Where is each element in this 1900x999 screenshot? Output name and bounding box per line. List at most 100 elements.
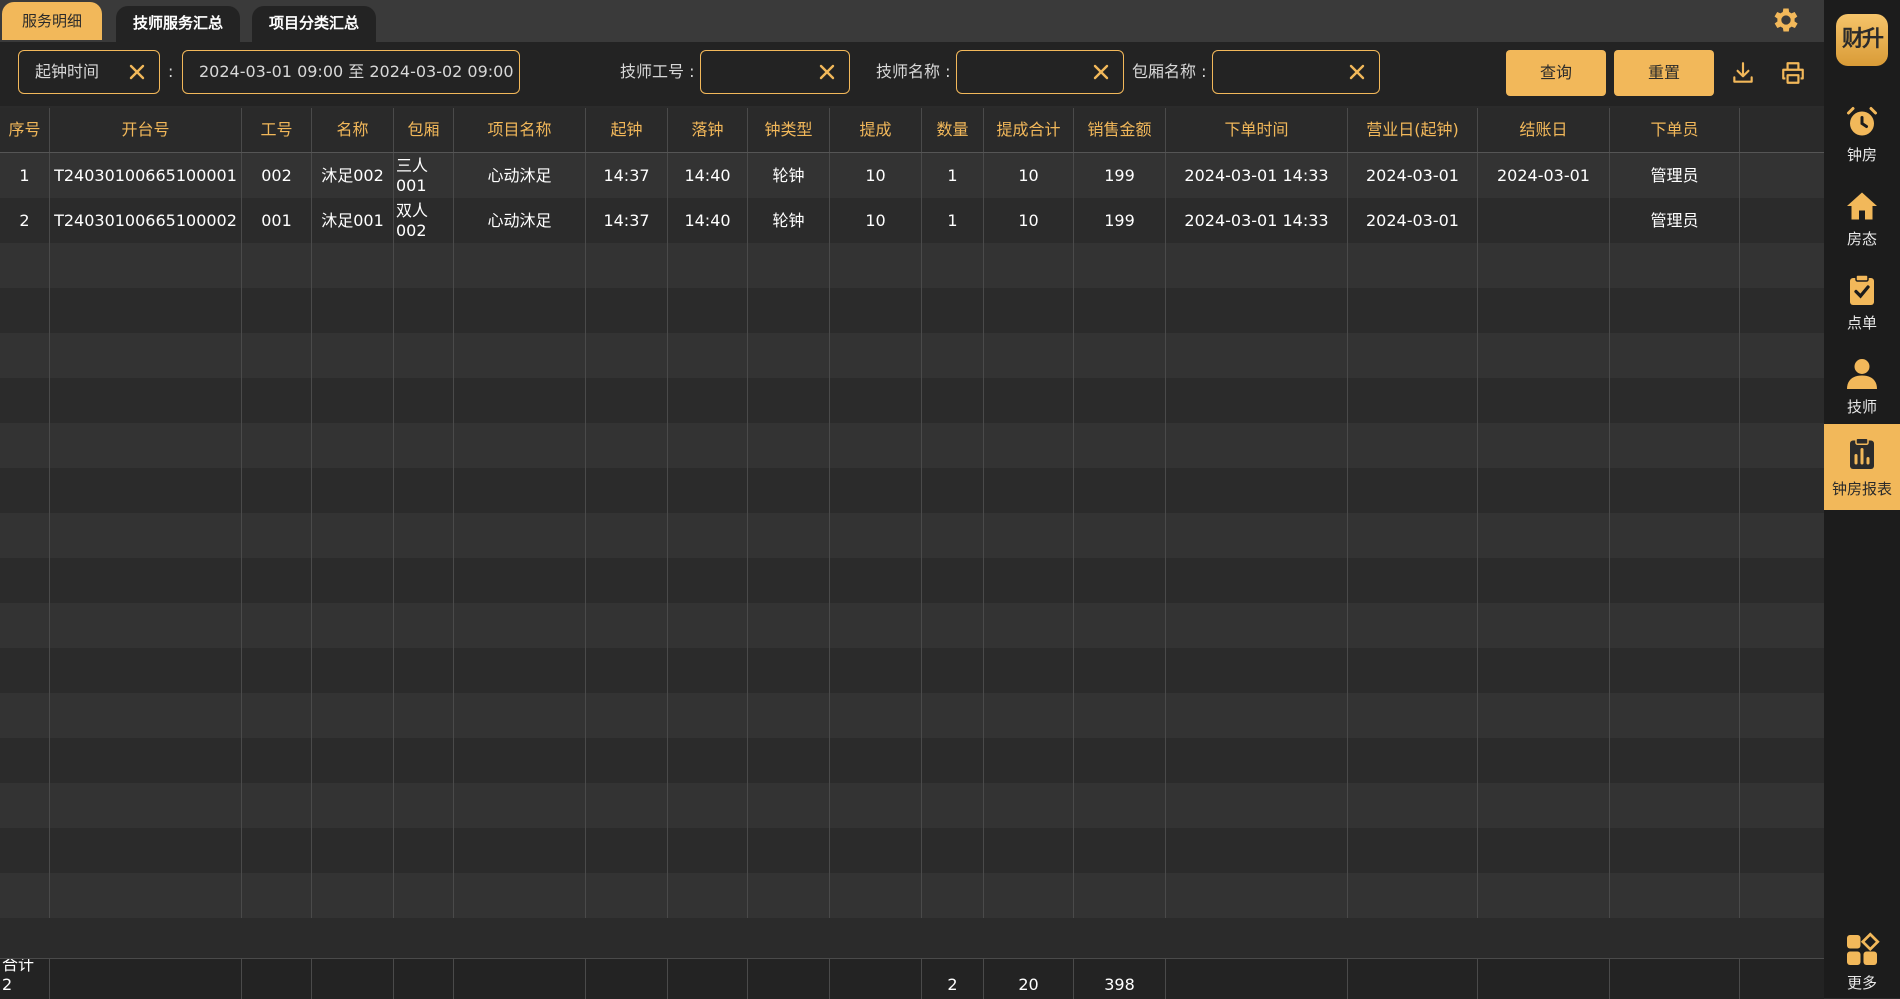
tab-service-detail[interactable]: 服务明细 — [2, 2, 102, 40]
table-row[interactable] — [0, 603, 1824, 648]
table-cell — [50, 558, 242, 603]
table-row[interactable] — [0, 738, 1824, 783]
total-cell — [242, 959, 312, 999]
table-row[interactable] — [0, 288, 1824, 333]
column-header: 销售金额 — [1074, 108, 1166, 152]
table-row[interactable] — [0, 873, 1824, 918]
table-cell — [1478, 288, 1610, 333]
table-cell — [748, 513, 830, 558]
table-cell — [312, 738, 394, 783]
table-cell: 管理员 — [1610, 153, 1740, 198]
table-cell — [1610, 468, 1740, 513]
nav-item-technician[interactable]: 技师 — [1824, 346, 1900, 426]
table-cell: 1 — [922, 153, 984, 198]
table-cell — [830, 243, 922, 288]
table-cell — [242, 378, 312, 423]
tech-name-input[interactable] — [956, 50, 1124, 94]
table-row[interactable]: 1 T24030100665100001 002 沐足002 三人001 心动沐足 14:3… — [0, 153, 1824, 198]
home-icon — [1847, 192, 1877, 220]
table-cell — [922, 738, 984, 783]
table-cell — [586, 468, 668, 513]
gear-icon[interactable] — [1770, 4, 1802, 36]
tab-tech-service-summary[interactable]: 技师服务汇总 — [116, 6, 240, 42]
table-cell: 双人002 — [394, 198, 454, 243]
table-cell — [668, 423, 748, 468]
table-row[interactable] — [0, 558, 1824, 603]
table-cell — [242, 828, 312, 873]
table-cell — [668, 648, 748, 693]
room-name-input[interactable] — [1212, 50, 1380, 94]
table-cell — [586, 873, 668, 918]
table-row[interactable] — [0, 333, 1824, 378]
clear-tech-no-icon[interactable] — [815, 60, 839, 84]
nav-item-more[interactable]: 更多 — [1824, 924, 1900, 998]
table-cell — [1478, 648, 1610, 693]
time-type-select[interactable]: 起钟时间 — [18, 50, 160, 94]
table-cell — [1610, 648, 1740, 693]
table-row[interactable] — [0, 828, 1824, 873]
table-cell — [312, 873, 394, 918]
table-cell — [1610, 423, 1740, 468]
date-range-input[interactable]: 2024-03-01 09:00 至 2024-03-02 09:00 — [182, 50, 520, 94]
total-cell — [586, 959, 668, 999]
table-row[interactable] — [0, 378, 1824, 423]
nav-item-room-status[interactable]: 房态 — [1824, 178, 1900, 258]
table-cell — [394, 468, 454, 513]
table-cell — [748, 693, 830, 738]
table-cell — [454, 873, 586, 918]
table-cell — [0, 738, 50, 783]
query-button[interactable]: 查询 — [1506, 50, 1606, 96]
total-cell — [50, 959, 242, 999]
table-row[interactable] — [0, 513, 1824, 558]
clear-time-type-icon[interactable] — [125, 60, 149, 84]
table-cell — [454, 423, 586, 468]
table-cell — [394, 783, 454, 828]
total-cell — [312, 959, 394, 999]
column-header: 开台号 — [50, 108, 242, 152]
table-cell — [922, 468, 984, 513]
table-cell — [394, 558, 454, 603]
table-row[interactable] — [0, 693, 1824, 738]
table-cell — [748, 558, 830, 603]
tech-no-input[interactable] — [700, 50, 850, 94]
table-cell — [586, 378, 668, 423]
room-name-label: 包厢名称 : — [1132, 62, 1207, 81]
table-cell — [454, 828, 586, 873]
table-cell: 10 — [830, 198, 922, 243]
table-cell — [668, 738, 748, 783]
clear-room-name-icon[interactable] — [1345, 60, 1369, 84]
table-cell — [394, 243, 454, 288]
table-row[interactable] — [0, 783, 1824, 828]
table-cell — [668, 783, 748, 828]
nav-item-clock-room[interactable]: 钟房 — [1824, 94, 1900, 174]
reset-button[interactable]: 重置 — [1614, 50, 1714, 96]
table-cell — [454, 378, 586, 423]
table-cell — [454, 468, 586, 513]
table-cell: 199 — [1074, 153, 1166, 198]
table-row[interactable] — [0, 243, 1824, 288]
table-row[interactable] — [0, 468, 1824, 513]
table-row[interactable]: 2 T24030100665100002 001 沐足001 双人002 心动沐足 14:3… — [0, 198, 1824, 243]
table-cell — [830, 468, 922, 513]
column-header: 名称 — [312, 108, 394, 152]
nav-item-order[interactable]: 点单 — [1824, 262, 1900, 342]
table-cell — [586, 423, 668, 468]
print-icon[interactable] — [1780, 60, 1806, 86]
table-cell — [922, 693, 984, 738]
nav-item-clock-report[interactable]: 钟房报表 — [1824, 424, 1900, 510]
table-cell — [312, 243, 394, 288]
clear-tech-name-icon[interactable] — [1089, 60, 1113, 84]
table-row[interactable] — [0, 423, 1824, 468]
table-cell: 管理员 — [1610, 198, 1740, 243]
download-icon[interactable] — [1730, 60, 1756, 86]
service-detail-table: 序号 开台号 工号 名称 包厢 项目名称 起钟 落钟 钟类型 提成 数量 提成合计 销售金额 下单时间 营业… — [0, 108, 1824, 999]
table-cell — [1610, 693, 1740, 738]
table-cell — [922, 828, 984, 873]
table-row[interactable] — [0, 648, 1824, 693]
table-cell — [922, 243, 984, 288]
table-cell — [0, 468, 50, 513]
table-cell — [1348, 648, 1478, 693]
table-cell — [830, 873, 922, 918]
table-cell — [922, 423, 984, 468]
tab-category-summary[interactable]: 项目分类汇总 — [252, 6, 376, 42]
